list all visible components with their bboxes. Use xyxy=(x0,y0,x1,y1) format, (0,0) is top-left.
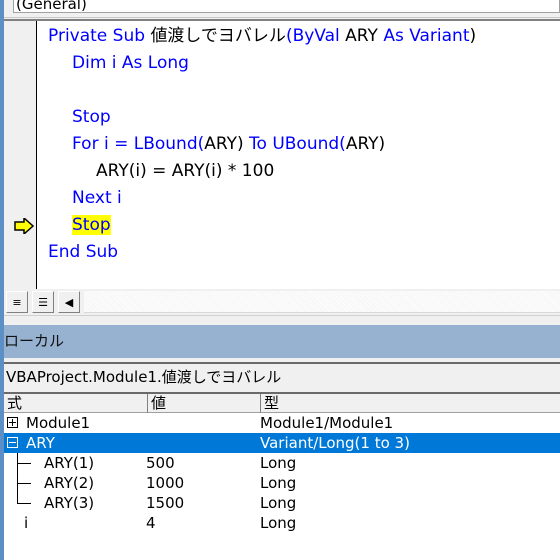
expand-icon[interactable] xyxy=(7,417,18,428)
type-cell: Variant/Long(1 to 3) xyxy=(260,434,410,452)
code-token: ARY xyxy=(345,26,384,46)
code-line[interactable]: ARY(i) = ARY(i) * 100 xyxy=(48,160,476,187)
code-line[interactable] xyxy=(48,79,476,106)
divider xyxy=(4,315,560,318)
keyword-token: End Sub xyxy=(48,242,119,262)
code-token: 値渡しでヨバレル xyxy=(150,26,286,46)
locals-row[interactable]: i 4 Long xyxy=(4,513,560,533)
code-token: ARY) xyxy=(204,134,244,154)
expression-cell: Module1 xyxy=(26,414,91,432)
full-module-view-button[interactable]: ☰ xyxy=(32,291,54,313)
value-cell: 1500 xyxy=(146,494,185,512)
code-token: ) xyxy=(469,26,477,46)
code-line[interactable]: End Sub xyxy=(48,241,476,268)
locals-row[interactable]: ARY(3) 1500 Long xyxy=(4,493,560,513)
type-cell: Long xyxy=(260,454,297,472)
keyword-token: (ByVal xyxy=(285,26,346,46)
keyword-token: For i = LBound( xyxy=(72,134,205,154)
locals-row[interactable]: ARY(1) 500 Long xyxy=(4,453,560,473)
expression-cell: ARY(2) xyxy=(44,474,95,492)
locals-row[interactable]: ARY Variant/Long(1 to 3) xyxy=(4,433,560,453)
keyword-token: Private Sub xyxy=(48,26,151,46)
keyword-token: Stop xyxy=(72,107,111,127)
code-line[interactable]: Next i xyxy=(48,187,476,214)
horizontal-scrollbar[interactable] xyxy=(84,291,560,313)
column-header-value[interactable]: 値 xyxy=(147,394,260,413)
collapse-icon[interactable] xyxy=(7,437,18,448)
procedure-view-button[interactable]: ≡ xyxy=(6,291,28,313)
tree-line xyxy=(17,463,31,464)
keyword-token: As Variant xyxy=(383,26,470,46)
context-text: VBAProject.Module1.値渡しでヨバレル xyxy=(6,368,282,386)
full-module-view-icon: ☰ xyxy=(38,295,48,309)
code-token: ARY(i) = ARY(i) * 100 xyxy=(96,161,275,181)
code-token: ARY) xyxy=(345,134,386,154)
type-cell: Long xyxy=(260,514,297,532)
expression-cell: ARY(1) xyxy=(44,454,95,472)
left-triangle-icon: ◀ xyxy=(64,295,74,309)
execution-pointer-icon xyxy=(14,218,34,234)
locals-row[interactable]: ARY(2) 1000 Long xyxy=(4,473,560,493)
keyword-token: Next i xyxy=(72,188,122,208)
value-cell: 500 xyxy=(146,454,175,472)
margin-indicator-bar[interactable] xyxy=(4,21,37,289)
locals-row[interactable]: Module1 Module1/Module1 xyxy=(4,413,560,433)
keyword-token: Dim i As Long xyxy=(72,53,189,73)
code-line-current[interactable]: Stop xyxy=(48,214,476,241)
tree-line xyxy=(17,503,31,504)
code-line[interactable]: For i = LBound(ARY) To UBound(ARY) xyxy=(48,133,476,160)
column-header-expression[interactable]: 式 xyxy=(4,394,147,413)
tree-line xyxy=(17,483,31,484)
type-cell: Long xyxy=(260,474,297,492)
code-line[interactable]: Stop xyxy=(48,106,476,133)
locals-title-text: ローカル xyxy=(4,332,65,350)
scroll-left-button[interactable]: ◀ xyxy=(58,291,80,313)
locals-window-title: ローカル xyxy=(4,325,560,358)
code-line[interactable]: Private Sub 値渡しでヨバレル(ByVal ARY As Varian… xyxy=(48,25,476,52)
expression-cell: ARY xyxy=(26,434,55,452)
locals-header: 式 値 型 xyxy=(4,392,560,413)
column-header-type[interactable]: 型 xyxy=(260,394,560,413)
type-cell: Long xyxy=(260,494,297,512)
keyword-token: Stop xyxy=(72,215,111,235)
expression-cell: ARY(3) xyxy=(44,494,95,512)
procedure-view-icon: ≡ xyxy=(12,295,22,309)
expression-cell: i xyxy=(24,514,29,532)
procedure-combo[interactable]: (General) xyxy=(13,0,560,13)
code-lines: Private Sub 値渡しでヨバレル(ByVal ARY As Varian… xyxy=(48,25,476,268)
locals-context-bar: VBAProject.Module1.値渡しでヨバレル xyxy=(4,364,560,392)
tree-line xyxy=(17,493,18,503)
keyword-token: To UBound( xyxy=(243,134,346,154)
value-cell: 4 xyxy=(146,514,156,532)
type-cell: Module1/Module1 xyxy=(260,414,394,432)
value-cell: 1000 xyxy=(146,474,185,492)
code-line[interactable]: Dim i As Long xyxy=(48,52,476,79)
